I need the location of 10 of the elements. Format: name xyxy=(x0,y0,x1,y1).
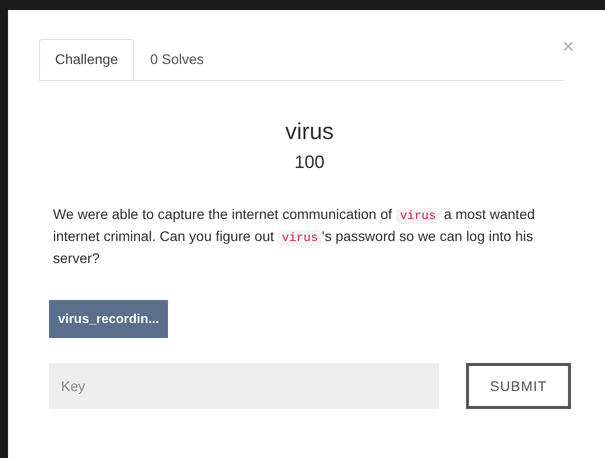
challenge-title: virus xyxy=(285,117,334,145)
tab[interactable]: 0 Solves xyxy=(134,39,220,80)
challenge-description: We were able to capture the internet communication of virus a most wanted internet criminal. Can you figure out virus 's password so we can log into his server? xyxy=(53,205,536,268)
submit-button[interactable]: SUBMIT xyxy=(466,363,571,409)
inline-code: virus xyxy=(278,230,322,246)
inline-code: virus xyxy=(396,208,440,224)
file-download-button[interactable]: virus_recordin... xyxy=(49,300,168,338)
key-input-field[interactable]: Key xyxy=(49,363,439,409)
tab[interactable]: Challenge xyxy=(39,39,134,80)
challenge-points: 100 xyxy=(294,151,325,174)
